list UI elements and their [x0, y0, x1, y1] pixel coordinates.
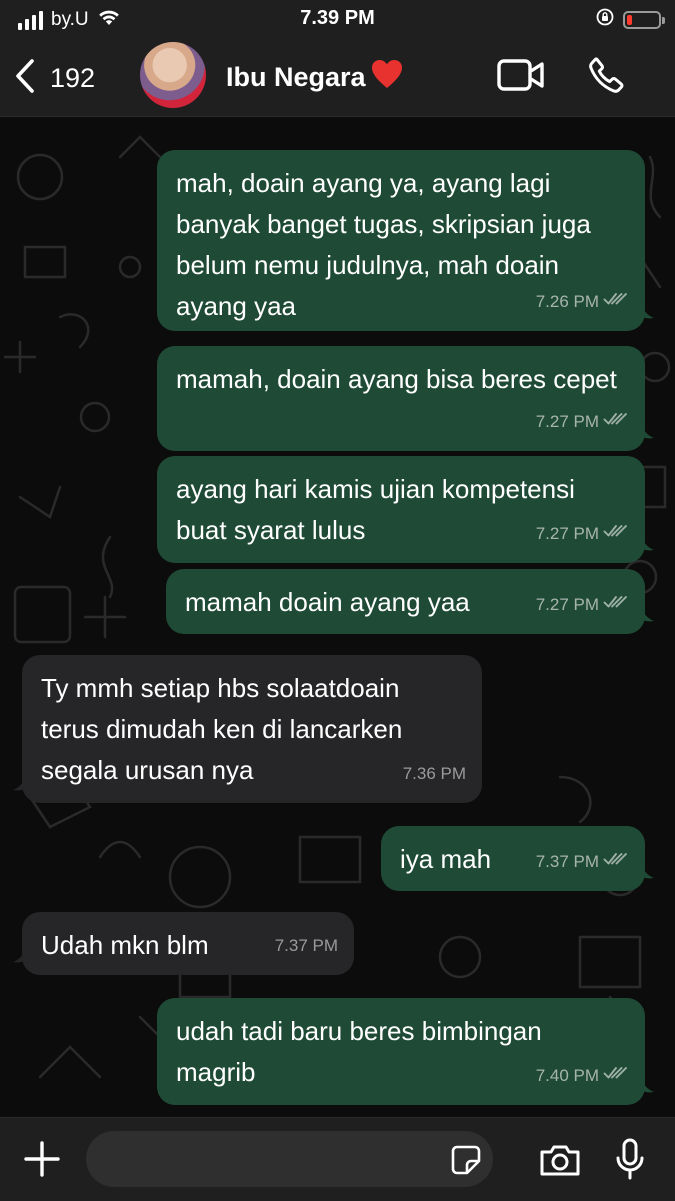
plus-icon: [23, 1141, 61, 1182]
voice-call-button[interactable]: [588, 56, 626, 99]
message-meta: 7.26 PM: [536, 281, 629, 322]
message-meta: 7.27 PM: [536, 513, 629, 554]
sticker-button[interactable]: [451, 1145, 481, 1180]
message-text: Ty mmh setiap hbs solaatdoain terus dimu…: [41, 673, 403, 785]
phone-icon: [588, 57, 626, 98]
message-time: 7.37 PM: [274, 936, 338, 955]
camera-button[interactable]: [538, 1142, 582, 1183]
attach-button[interactable]: [23, 1140, 61, 1183]
read-receipt-icon: [603, 513, 629, 554]
message-time: 7.27 PM: [535, 412, 599, 431]
bubble-tail: [640, 410, 656, 451]
read-receipt-icon: [603, 401, 629, 442]
battery-level: [627, 14, 632, 25]
contact-name-label: Ibu Negara: [226, 62, 366, 92]
incoming-message-bubble[interactable]: Ty mmh setiap hbs solaatdoain terus dimu…: [13, 655, 482, 803]
outgoing-message-bubble[interactable]: udah tadi baru beres bimbingan magrib 7.4…: [157, 998, 654, 1105]
status-right: [595, 7, 665, 32]
message-meta: 7.27 PM: [536, 584, 629, 625]
message-meta: 7.36 PM: [403, 753, 466, 794]
message-meta: 7.27 PM: [536, 401, 629, 442]
chat-header: by.U 7.39 PM 192 Ibu Negara: [0, 0, 675, 117]
back-button[interactable]: 192: [14, 58, 95, 99]
unread-count: 192: [50, 63, 96, 93]
sticker-icon: [451, 1145, 481, 1179]
avatar[interactable]: [140, 42, 206, 108]
read-receipt-icon: [603, 281, 629, 322]
message-meta: 7.37 PM: [275, 925, 338, 966]
bubble-tail: [640, 593, 656, 634]
bubble-tail: [11, 934, 27, 975]
nav-bar: 192 Ibu Negara: [0, 36, 675, 116]
message-input[interactable]: [86, 1131, 493, 1187]
incoming-message-bubble[interactable]: Udah mkn blm 7.37 PM: [13, 912, 354, 975]
heart-icon: [370, 58, 404, 97]
read-receipt-icon: [603, 841, 629, 882]
back-chevron-icon: [14, 58, 36, 99]
bubble-tail: [640, 1064, 656, 1105]
chat-area[interactable]: mah, doain ayang ya, ayang lagi banyak b…: [0, 117, 675, 1117]
outgoing-message-bubble[interactable]: iya mah 7.37 PM: [381, 826, 654, 891]
message-time: 7.37 PM: [535, 852, 599, 871]
message-time: 7.27 PM: [535, 595, 599, 614]
message-time: 7.26 PM: [535, 292, 599, 311]
bubble-tail: [640, 850, 656, 891]
voice-message-button[interactable]: [615, 1138, 645, 1185]
outgoing-message-bubble[interactable]: ayang hari kamis ujian kompetensi buat s…: [157, 456, 654, 563]
video-call-button[interactable]: [497, 58, 545, 97]
contact-name[interactable]: Ibu Negara: [226, 58, 404, 97]
microphone-icon: [615, 1138, 645, 1184]
read-receipt-icon: [603, 1055, 629, 1096]
outgoing-message-bubble[interactable]: mamah, doain ayang bisa beres cepet 7.27 …: [157, 346, 654, 451]
message-time: 7.27 PM: [535, 524, 599, 543]
bubble-tail: [640, 290, 656, 331]
status-time: 7.39 PM: [300, 7, 375, 29]
camera-icon: [538, 1145, 582, 1182]
message-text: mamah, doain ayang bisa beres cepet: [176, 364, 617, 394]
message-time: 7.40 PM: [535, 1066, 599, 1085]
outgoing-message-bubble[interactable]: mamah doain ayang yaa 7.27 PM: [166, 569, 654, 634]
read-receipt-icon: [603, 584, 629, 625]
bubble-tail: [640, 522, 656, 563]
status-bar: by.U 7.39 PM: [0, 0, 675, 36]
bubble-tail: [11, 762, 27, 803]
orientation-lock-icon: [595, 7, 615, 32]
battery-icon: [623, 10, 665, 29]
message-time: 7.36 PM: [402, 764, 466, 783]
composer-bar: [0, 1117, 675, 1201]
message-meta: 7.40 PM: [536, 1055, 629, 1096]
video-call-icon: [497, 59, 545, 96]
message-meta: 7.37 PM: [536, 841, 629, 882]
outgoing-message-bubble[interactable]: mah, doain ayang ya, ayang lagi banyak b…: [157, 150, 654, 331]
